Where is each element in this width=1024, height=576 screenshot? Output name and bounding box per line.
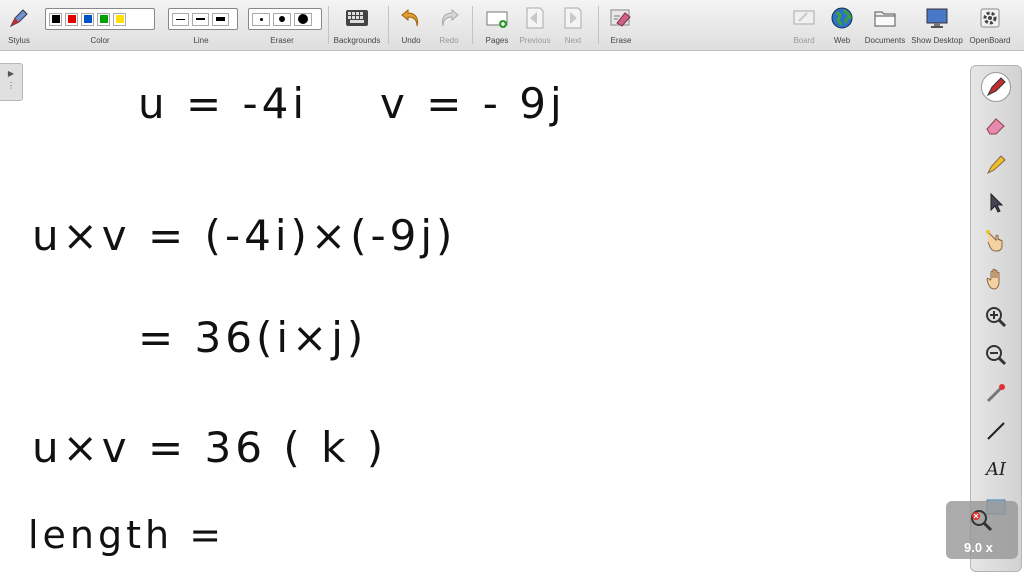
highlighter-tool[interactable] <box>981 150 1011 180</box>
toolbar-separator <box>328 6 329 44</box>
stylus-button[interactable]: Stylus <box>0 0 38 50</box>
redo-arrow-icon <box>436 5 462 31</box>
web-button[interactable]: Web <box>826 0 858 50</box>
line-icon <box>987 422 1005 440</box>
toolbar-separator <box>472 6 473 44</box>
laser-pointer-icon <box>986 384 1005 403</box>
documents-label: Documents <box>864 36 906 45</box>
openboard-button[interactable]: OpenBoard <box>966 0 1014 50</box>
board-label: Board <box>793 36 815 45</box>
board-canvas[interactable]: u = -4i v = - 9j u×v = (-4i)×(-9j) = 36(… <box>0 51 1024 576</box>
backgrounds-button[interactable]: Backgrounds <box>332 0 382 50</box>
previous-page-icon <box>522 5 548 31</box>
interact-tool[interactable] <box>981 226 1011 256</box>
color-group: Color <box>45 0 155 50</box>
gear-icon <box>977 5 1003 31</box>
zoom-out-icon <box>986 345 1007 366</box>
grip-icon: ⋮ <box>7 81 15 90</box>
globe-icon <box>829 5 855 31</box>
color-label: Color <box>90 36 110 45</box>
undo-label: Undo <box>401 36 421 45</box>
previous-button[interactable]: Previous <box>518 0 552 50</box>
expand-arrow-icon: ▶ <box>7 69 15 78</box>
selector-tool[interactable] <box>981 188 1011 218</box>
top-toolbar: Stylus Color Line Eraser Backgrounds Und… <box>0 0 1024 51</box>
board-icon <box>791 5 817 31</box>
text-tool[interactable]: AI <box>981 454 1011 484</box>
undo-button[interactable]: Undo <box>396 0 426 50</box>
previous-label: Previous <box>519 36 551 45</box>
handwritten-u-definition: u = -4i <box>138 79 309 128</box>
left-panel-toggle[interactable]: ▶ ⋮ <box>0 63 23 101</box>
zoom-indicator: 9.0 x <box>946 501 1018 559</box>
toolbar-separator <box>598 6 599 44</box>
pen-tool[interactable] <box>981 72 1011 102</box>
tool-palette: AI <box>970 65 1022 572</box>
magnifier-icon <box>971 510 993 532</box>
web-label: Web <box>833 36 851 45</box>
toolbar-separator <box>388 6 389 44</box>
monitor-icon <box>924 5 950 31</box>
next-page-icon <box>560 5 586 31</box>
handwritten-length: length = <box>28 513 226 557</box>
line-tool[interactable] <box>981 416 1011 446</box>
show-desktop-button[interactable]: Show Desktop <box>910 0 964 50</box>
stylus-label: Stylus <box>8 36 30 45</box>
next-button[interactable]: Next <box>558 0 588 50</box>
keyboard-grid-icon <box>344 5 370 31</box>
folder-icon <box>872 5 898 31</box>
handwritten-result: u×v = 36 ( k ) <box>32 423 388 472</box>
handwritten-step: = 36(i×j) <box>138 313 368 362</box>
stylus-icon <box>6 5 32 31</box>
handwritten-cross-product: u×v = (-4i)×(-9j) <box>32 211 457 260</box>
documents-button[interactable]: Documents <box>862 0 908 50</box>
zoom-out-tool[interactable] <box>981 340 1011 370</box>
openboard-label: OpenBoard <box>969 36 1011 45</box>
undo-arrow-icon <box>398 5 424 31</box>
add-page-icon <box>484 5 510 31</box>
next-label: Next <box>564 36 582 45</box>
show-desktop-label: Show Desktop <box>911 36 963 45</box>
zoom-in-icon <box>986 307 1007 328</box>
pages-button[interactable]: Pages <box>480 0 514 50</box>
handwritten-v-definition: v = - 9j <box>380 79 566 128</box>
redo-button[interactable]: Redo <box>434 0 464 50</box>
highlighter-icon <box>986 155 1006 175</box>
pointing-hand-icon <box>986 230 1003 252</box>
cursor-arrow-icon <box>990 192 1004 213</box>
hand-tool[interactable] <box>981 264 1011 294</box>
board-button[interactable]: Board <box>788 0 820 50</box>
erase-label: Erase <box>610 36 632 45</box>
zoom-level: 9.0 x <box>964 540 993 555</box>
line-label: Line <box>193 36 209 45</box>
pages-label: Pages <box>485 36 509 45</box>
line-group: Line <box>168 0 234 50</box>
pen-icon <box>986 77 1006 97</box>
laser-pointer-tool[interactable] <box>981 378 1011 408</box>
backgrounds-label: Backgrounds <box>333 36 381 45</box>
eraser-label: Eraser <box>270 36 294 45</box>
eraser-icon <box>986 118 1005 135</box>
eraser-tool[interactable] <box>981 111 1011 141</box>
redo-label: Redo <box>439 36 459 45</box>
hand-icon <box>986 268 1000 290</box>
eraser-group: Eraser <box>248 0 316 50</box>
zoom-in-tool[interactable] <box>981 302 1011 332</box>
erase-board-icon <box>608 5 634 31</box>
erase-button[interactable]: Erase <box>604 0 638 50</box>
